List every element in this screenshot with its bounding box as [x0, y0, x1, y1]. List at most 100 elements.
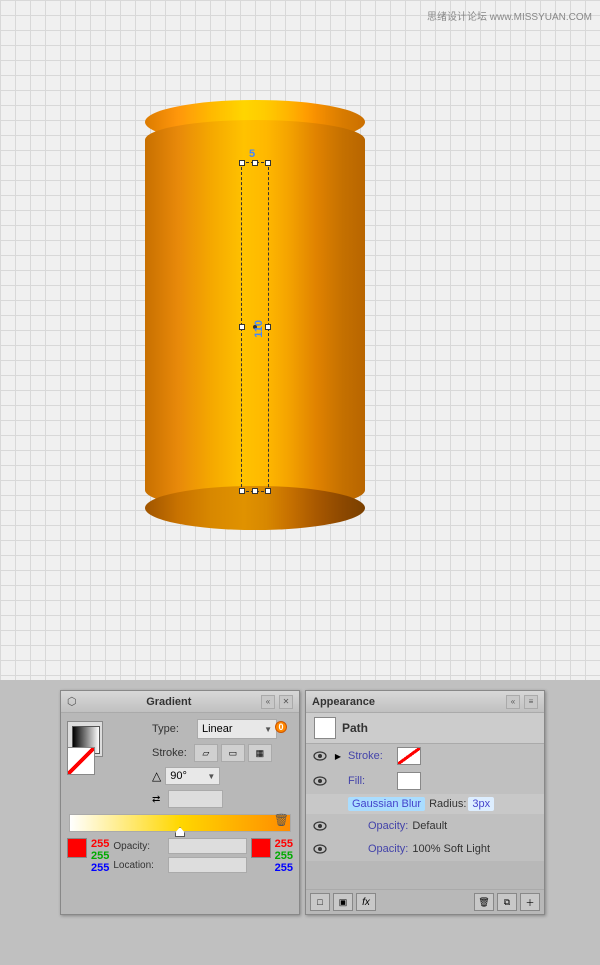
rgb-values-right: 255 255 255 [275, 838, 293, 874]
angle-value: 90° [170, 770, 187, 782]
dimension-height: 110 [253, 320, 265, 338]
appearance-panel-header: Appearance « ≡ [306, 691, 544, 713]
angle-chevron-icon: ▼ [207, 772, 215, 781]
dimension-width: 5 [249, 148, 255, 160]
appearance-fx-btn[interactable]: fx [356, 893, 376, 911]
stroke-row-label: Stroke: [348, 750, 393, 762]
location-input-label: Location: [113, 860, 165, 871]
stroke-none-indicator[interactable] [67, 747, 95, 775]
stroke-arrow-icon[interactable]: ▶ [332, 750, 344, 762]
opacity-input-row: Opacity: [113, 838, 246, 854]
appearance-panel-body: Path ▶ Stroke: [306, 713, 544, 861]
type-chevron-icon: ▼ [264, 725, 272, 734]
watermark: 思绪设计论坛 www.MISSYUAN.COM [427, 8, 592, 23]
opacity-location-col: Opacity: Location: [113, 838, 246, 873]
gradient-close-btn[interactable]: ✕ [279, 695, 293, 709]
left-color-swatch[interactable] [67, 838, 87, 858]
gradient-panel-body: Type: Linear ▼ Stroke: ▱ ▭ ▦ △ [61, 713, 299, 880]
opacity2-row: Opacity: 100% Soft Light [306, 838, 544, 861]
appearance-add-stroke-btn[interactable]: □ [310, 893, 330, 911]
rgb-b-right: 255 [275, 862, 293, 874]
opacity1-value: Default [412, 820, 447, 832]
handle-mr[interactable] [265, 324, 271, 330]
rgb-r-left: 255 [91, 838, 109, 850]
appearance-menu-btn[interactable]: ≡ [524, 695, 538, 709]
gradient-stroke-box [67, 747, 103, 783]
appearance-toolbar: □ ▣ fx 🗑 ⧉ ＋ [306, 889, 544, 914]
handle-br[interactable] [265, 488, 271, 494]
appearance-new-btn[interactable]: ＋ [520, 893, 540, 911]
fill-appearance-row: ▶ Fill: [306, 769, 544, 794]
rgb-g-left: 255 [91, 850, 109, 862]
panels-area: ⬡ Gradient « ✕ [0, 680, 600, 965]
handle-tc[interactable] [252, 160, 258, 166]
gradient-panel-header: ⬡ Gradient « ✕ [61, 691, 299, 713]
appearance-panel: Appearance « ≡ Path ▶ St [305, 690, 545, 915]
path-color-swatch[interactable] [314, 717, 336, 739]
delete-icon[interactable]: 🗑 [274, 813, 289, 827]
rgb-g-right: 255 [275, 850, 293, 862]
gradient-panel-title: Gradient [146, 696, 191, 708]
fill-eye-icon[interactable] [312, 773, 328, 789]
handle-tl[interactable] [239, 160, 245, 166]
appearance-fill-btn[interactable]: ▣ [333, 893, 353, 911]
stroke-btn-3[interactable]: ▦ [248, 744, 272, 762]
opacity2-label: Opacity: [368, 843, 408, 855]
stroke-btn-1[interactable]: ▱ [194, 744, 218, 762]
angle-input[interactable]: 90° ▼ [165, 767, 220, 785]
rgb-r-right: 255 [275, 838, 293, 850]
angle-row: △ 90° ▼ [152, 767, 277, 785]
gradient-bar[interactable] [69, 814, 291, 832]
stroke-x-indicator [398, 748, 420, 764]
handle-bl[interactable] [239, 488, 245, 494]
opacity1-eye-icon[interactable] [312, 818, 328, 834]
type-row: Type: Linear ▼ [107, 719, 277, 739]
type-value: Linear [202, 723, 233, 735]
gradient-panel-controls: « ✕ [261, 695, 293, 709]
gaussian-blur-row: Gaussian Blur Radius: 3px [306, 794, 544, 815]
type-select[interactable]: Linear ▼ [197, 719, 277, 739]
handle-bc[interactable] [252, 488, 258, 494]
stroke-label: Stroke: [152, 747, 187, 759]
gradient-bar-row: 🗑 [67, 814, 293, 832]
opacity1-label: Opacity: [368, 820, 408, 832]
type-label: Type: [152, 723, 197, 735]
path-label: Path [342, 721, 368, 735]
handle-ml[interactable] [239, 324, 245, 330]
appearance-delete-btn[interactable]: 🗑 [474, 893, 494, 911]
stroke-appearance-row: ▶ Stroke: [306, 744, 544, 769]
appearance-copy-btn[interactable]: ⧉ [497, 893, 517, 911]
opacity-input-field[interactable] [168, 838, 246, 854]
gradient-collapse-btn[interactable]: « [261, 695, 275, 709]
stroke-swatch[interactable] [397, 747, 421, 765]
stroke-row: Stroke: ▱ ▭ ▦ [152, 744, 277, 762]
appearance-panel-title: Appearance [312, 696, 375, 708]
color-values-row: 255 255 255 Opacity: Location: [67, 838, 293, 874]
gradient-handle[interactable] [175, 827, 185, 837]
radius-value[interactable]: 3px [468, 797, 494, 811]
reverse-row: ⇄ [152, 790, 277, 808]
gradient-panel-icon: ⬡ [67, 695, 77, 708]
opacity-input-label: Opacity: [113, 841, 165, 852]
opacity2-eye-icon[interactable] [312, 841, 328, 857]
right-color-swatch[interactable] [251, 838, 271, 858]
reverse-input[interactable] [168, 790, 223, 808]
angle-icon: △ [152, 769, 161, 783]
stroke-btn-2[interactable]: ▭ [221, 744, 245, 762]
orange-indicator: 0 [275, 721, 287, 733]
gaussian-blur-label[interactable]: Gaussian Blur [348, 797, 425, 811]
appearance-collapse-btn[interactable]: « [506, 695, 520, 709]
opacity1-row: Opacity: Default [306, 815, 544, 838]
handle-tr[interactable] [265, 160, 271, 166]
opacity2-value: 100% Soft Light [412, 843, 490, 855]
stroke-eye-icon[interactable] [312, 748, 328, 764]
reverse-icon: ⇄ [152, 794, 160, 805]
cylinder-container: 5 110 [145, 100, 365, 530]
rgb-values-left: 255 255 255 [91, 838, 109, 874]
location-input-field[interactable] [168, 857, 246, 873]
radius-label: Radius: [429, 798, 466, 810]
path-section: Path [306, 713, 544, 744]
location-input-row: Location: [113, 857, 246, 873]
fill-swatch[interactable] [397, 772, 421, 790]
gradient-panel: ⬡ Gradient « ✕ [60, 690, 300, 915]
